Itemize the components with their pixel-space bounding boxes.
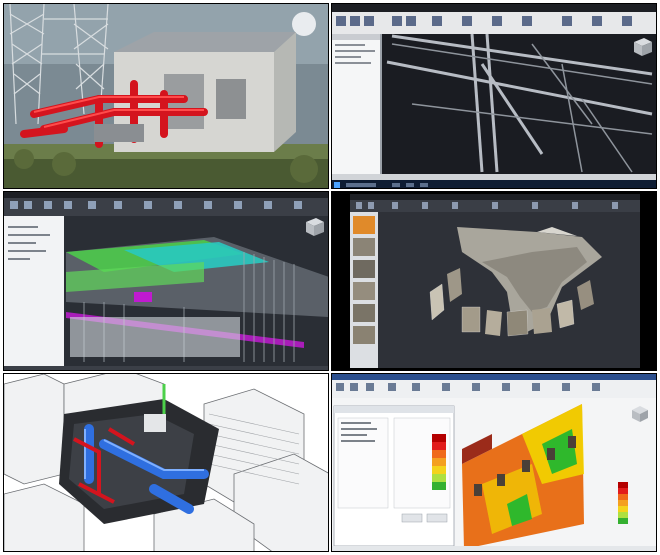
panel-bim-duct-isometric xyxy=(3,373,329,552)
panel-cad-pointcloud-floor xyxy=(3,191,329,371)
panel-revit-steel-structure xyxy=(331,3,657,189)
panel-photogrammetry-bridge xyxy=(331,191,657,371)
panel-photo-pipe-skid xyxy=(3,3,329,189)
heatmap-legend xyxy=(618,482,628,524)
panel-surface-deviation-heatmap xyxy=(331,373,657,552)
